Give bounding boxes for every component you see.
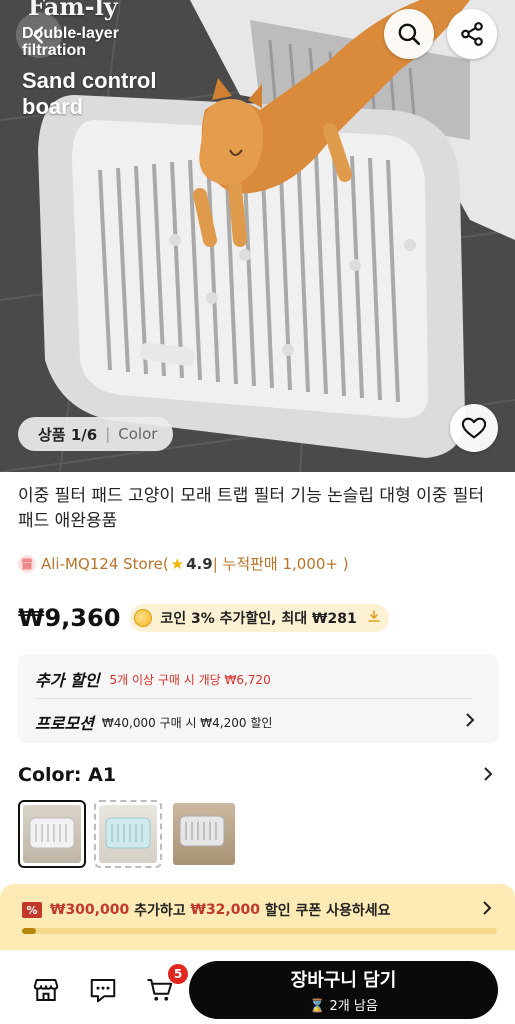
coupon-discount: ₩32,000 — [190, 902, 260, 918]
product-title: 이중 필터 패드 고양이 모래 트랩 필터 기능 논슬립 대형 이중 필터 패드… — [18, 486, 485, 531]
share-icon — [461, 22, 483, 46]
share-button[interactable] — [447, 9, 497, 59]
counter-separator: | — [105, 425, 111, 443]
store-icon — [18, 554, 36, 573]
image-counter: 상품 1/6 | Color — [18, 417, 174, 451]
image-counter-text: 상품 1/6 — [38, 425, 98, 444]
divider — [35, 698, 472, 699]
percent-icon: % — [22, 902, 42, 918]
discount-info-box: 추가 할인 5개 이상 구매 시 개당 ₩6,720 프로모션 ₩40,000 … — [18, 654, 498, 743]
promotion-row[interactable]: 프로모션 ₩40,000 구매 시 ₩4,200 할인 — [35, 710, 272, 734]
store-rating: 4.9 — [186, 554, 213, 573]
coin-discount-text: 코인 3% 추가할인, 최대 ₩281 — [160, 611, 357, 627]
coupon-text-2: 할인 쿠폰 사용하세요 — [259, 903, 391, 919]
color-selector-header[interactable]: Color: A1 — [18, 764, 498, 786]
extra-discount-label: 추가 할인 — [35, 671, 100, 690]
search-button[interactable] — [384, 9, 434, 59]
extra-discount-row: 추가 할인 5개 이상 구매 시 개당 ₩6,720 — [35, 667, 271, 691]
price-row: ₩9,360 코인 3% 추가할인, 최대 ₩281 — [18, 604, 389, 632]
store-link[interactable]: Ali-MQ124 Store ( ★ 4.9 | 누적판매 1,000+ ) — [18, 553, 349, 574]
store-sales: | 누적판매 1,000+ ) — [212, 555, 349, 573]
coupon-progress-fill — [22, 928, 37, 934]
heart-icon — [461, 417, 487, 439]
star-icon: ★ — [170, 554, 185, 573]
chevron-right-icon[interactable] — [482, 765, 494, 786]
color-options — [18, 800, 238, 868]
coupon-progress-bar — [22, 928, 497, 934]
coupon-banner[interactable]: % ₩300,000 추가하고 ₩32,000 할인 쿠폰 사용하세요 — [0, 884, 515, 950]
cart-button[interactable]: 5 — [144, 964, 188, 1006]
chevron-right-icon[interactable] — [481, 900, 493, 919]
price: ₩9,360 — [18, 604, 121, 632]
product-image-carousel[interactable]: Fam-ly Double-layer filtration Sand cont… — [0, 0, 515, 472]
back-button[interactable] — [16, 12, 62, 58]
chevron-left-icon — [33, 26, 43, 44]
search-icon — [398, 23, 421, 46]
color-option-blue[interactable] — [94, 800, 162, 868]
wishlist-button[interactable] — [450, 404, 498, 452]
color-option-gray[interactable] — [170, 800, 238, 868]
extra-discount-value: 5개 이상 구매 시 개당 ₩6,720 — [109, 672, 271, 687]
bottom-action-bar: 5 장바구니 담기 ⌛ 2개 남음 — [0, 950, 515, 1024]
download-icon — [367, 609, 381, 627]
cart-count-badge: 5 — [168, 964, 188, 984]
chevron-right-icon[interactable] — [464, 712, 476, 731]
coupon-text: % ₩300,000 추가하고 ₩32,000 할인 쿠폰 사용하세요 — [22, 900, 391, 920]
add-to-cart-button[interactable]: 장바구니 담기 ⌛ 2개 남음 — [189, 961, 498, 1019]
shop-icon — [33, 979, 59, 1001]
hourglass-icon: ⌛ — [309, 999, 326, 1014]
promotion-value: ₩40,000 구매 시 ₩4,200 할인 — [101, 715, 273, 730]
store-paren: ( — [162, 554, 169, 573]
hero-title: Sand control board — [22, 68, 157, 119]
stock-remaining-text: 2개 남음 — [329, 999, 378, 1014]
coupon-text-1: 추가하고 — [129, 903, 191, 919]
store-button[interactable] — [30, 974, 62, 1006]
coin-discount-pill[interactable]: 코인 3% 추가할인, 최대 ₩281 — [130, 604, 389, 632]
color-option-a1[interactable] — [18, 800, 86, 868]
coupon-threshold: ₩300,000 — [50, 902, 130, 918]
store-name: Ali-MQ124 Store — [41, 554, 163, 573]
coin-icon — [134, 609, 153, 627]
promotion-label: 프로모션 — [35, 714, 94, 733]
image-counter-label: Color — [118, 425, 158, 443]
stock-remaining: ⌛ 2개 남음 — [309, 995, 378, 1014]
chat-button[interactable] — [87, 974, 119, 1006]
add-to-cart-label: 장바구니 담기 — [290, 970, 397, 991]
chat-icon — [90, 979, 116, 1003]
color-label: Color: A1 — [18, 764, 117, 786]
